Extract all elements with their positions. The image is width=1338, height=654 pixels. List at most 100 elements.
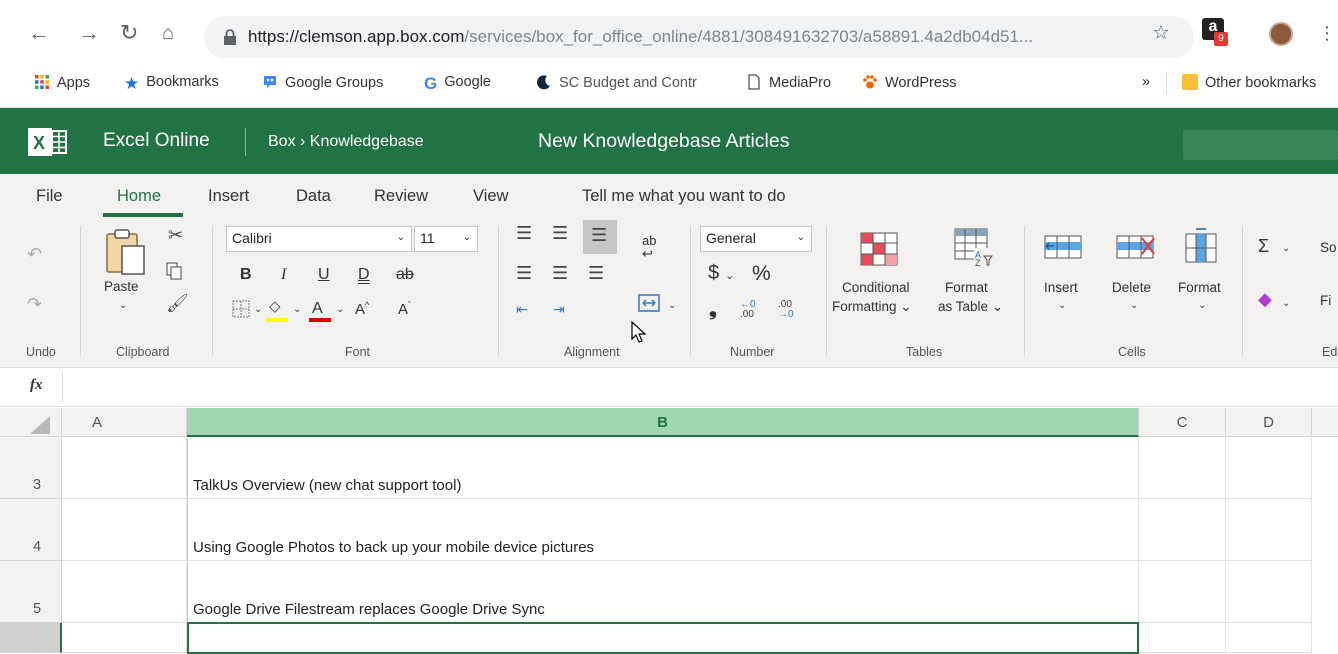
document-title[interactable]: New Knowledgebase Articles bbox=[538, 130, 789, 153]
percent-button[interactable]: % bbox=[752, 262, 771, 286]
font-name-combo[interactable]: Calibri ⌄ bbox=[226, 226, 412, 252]
format-as-table-icon[interactable]: AZ bbox=[954, 228, 994, 268]
forward-arrow-icon[interactable]: → bbox=[78, 22, 100, 44]
autosum-dropdown-icon[interactable]: ⌄ bbox=[1282, 243, 1290, 254]
increase-indent-icon[interactable]: ⇥ bbox=[553, 300, 565, 318]
tell-me-search[interactable]: Tell me what you want to do bbox=[582, 187, 786, 206]
redo-icon[interactable]: ↷ bbox=[27, 295, 42, 313]
paste-label[interactable]: Paste bbox=[104, 279, 139, 294]
paste-icon[interactable] bbox=[104, 228, 148, 276]
row-header-3[interactable]: 3 bbox=[0, 438, 62, 499]
borders-icon[interactable] bbox=[232, 300, 250, 318]
cell-d4[interactable] bbox=[1226, 499, 1312, 561]
copy-icon[interactable] bbox=[166, 262, 182, 280]
merge-dropdown-icon[interactable]: ⌄ bbox=[668, 300, 676, 311]
fill-color-icon[interactable]: ◇ bbox=[269, 298, 281, 316]
cell-a4[interactable] bbox=[62, 499, 187, 561]
format-as-table-label[interactable]: Format bbox=[945, 280, 988, 295]
conditional-formatting-label[interactable]: Conditional bbox=[842, 280, 910, 295]
delete-dropdown-icon[interactable]: ⌄ bbox=[1130, 300, 1138, 311]
autosum-icon[interactable]: Σ bbox=[1258, 236, 1269, 257]
cell-a5[interactable] bbox=[62, 561, 187, 623]
font-size-combo[interactable]: 11 ⌄ bbox=[414, 226, 478, 252]
increase-decimal-button[interactable]: ←0.00 bbox=[740, 300, 756, 320]
sort-label[interactable]: So bbox=[1320, 240, 1337, 255]
cell-b4[interactable]: Using Google Photos to back up your mobi… bbox=[187, 499, 1139, 561]
delete-cells-icon[interactable] bbox=[1116, 232, 1156, 262]
bookmark-google-groups[interactable]: Google Groups bbox=[262, 74, 383, 91]
bookmark-star-icon[interactable]: ☆ bbox=[1152, 22, 1170, 44]
tab-home[interactable]: Home bbox=[117, 187, 161, 206]
bookmark-google[interactable]: G Google bbox=[424, 74, 491, 93]
row-header-4[interactable]: 4 bbox=[0, 499, 62, 561]
excel-logo-icon[interactable]: X bbox=[28, 122, 68, 162]
insert-cells-icon[interactable] bbox=[1044, 232, 1082, 262]
tab-insert[interactable]: Insert bbox=[208, 187, 249, 206]
cell-b3[interactable]: TalkUs Overview (new chat support tool) bbox=[187, 438, 1139, 499]
menu-kebab-icon[interactable]: ⋮ bbox=[1318, 22, 1336, 44]
cell-d3[interactable] bbox=[1226, 438, 1312, 499]
merge-center-icon[interactable] bbox=[638, 294, 660, 312]
align-center-icon[interactable]: ☰ bbox=[552, 264, 568, 282]
fx-icon[interactable]: fx bbox=[30, 377, 43, 394]
insert-cells-label[interactable]: Insert bbox=[1044, 280, 1078, 295]
cell-c5[interactable] bbox=[1139, 561, 1226, 623]
tab-view[interactable]: View bbox=[473, 187, 508, 206]
undo-icon[interactable]: ↶ bbox=[27, 245, 42, 263]
conditional-formatting-icon[interactable] bbox=[860, 232, 898, 266]
align-bottom-button[interactable]: ☰ bbox=[583, 220, 617, 254]
user-account[interactable] bbox=[1183, 130, 1338, 160]
column-header-c[interactable]: C bbox=[1139, 408, 1226, 437]
underline-button[interactable]: U bbox=[318, 266, 330, 284]
bookmark-apps[interactable]: Apps bbox=[34, 74, 90, 91]
formula-input[interactable] bbox=[70, 372, 1330, 402]
column-header-b[interactable]: B bbox=[187, 408, 1139, 437]
breadcrumb[interactable]: Box › Knowledgebase bbox=[268, 133, 424, 151]
comma-button[interactable]: ❟ bbox=[709, 298, 717, 321]
bookmark-sc-budget[interactable]: SC Budget and Contr bbox=[536, 74, 697, 91]
back-arrow-icon[interactable]: ← bbox=[28, 22, 50, 44]
tab-review[interactable]: Review bbox=[374, 187, 428, 206]
clear-eraser-icon[interactable]: ◆ bbox=[1258, 290, 1272, 308]
fill-color-dropdown-icon[interactable]: ⌄ bbox=[293, 304, 301, 315]
align-middle-icon[interactable]: ☰ bbox=[552, 224, 568, 242]
cell-b6-selected[interactable] bbox=[187, 622, 1139, 654]
cell-a6[interactable] bbox=[62, 623, 187, 653]
italic-button[interactable]: I bbox=[281, 266, 286, 284]
format-cells-label[interactable]: Format bbox=[1178, 280, 1221, 295]
cell-c4[interactable] bbox=[1139, 499, 1226, 561]
delete-cells-label[interactable]: Delete bbox=[1112, 280, 1151, 295]
borders-dropdown-icon[interactable]: ⌄ bbox=[254, 304, 262, 315]
format-painter-icon[interactable]: 🖌 bbox=[166, 294, 189, 312]
align-right-icon[interactable]: ☰ bbox=[588, 264, 604, 282]
cut-icon[interactable]: ✂ bbox=[168, 226, 183, 244]
number-format-combo[interactable]: General ⌄ bbox=[700, 226, 812, 252]
row-header-5[interactable]: 5 bbox=[0, 561, 62, 623]
cell-a3[interactable] bbox=[62, 438, 187, 499]
align-left-icon[interactable]: ☰ bbox=[516, 264, 532, 282]
wrap-text-icon[interactable]: ab ↩ bbox=[642, 234, 656, 260]
bookmark-wordpress[interactable]: WordPress bbox=[862, 74, 956, 91]
bookmark-mediapro[interactable]: MediaPro bbox=[746, 74, 831, 91]
format-dropdown-icon[interactable]: ⌄ bbox=[1198, 300, 1206, 311]
avatar[interactable] bbox=[1269, 22, 1293, 46]
currency-button[interactable]: $ ⌄ bbox=[708, 262, 734, 285]
home-icon[interactable]: ⌂ bbox=[162, 22, 174, 44]
cell-b5[interactable]: Google Drive Filestream replaces Google … bbox=[187, 561, 1139, 623]
column-header-a[interactable]: A bbox=[62, 408, 187, 437]
reload-icon[interactable]: ↻ bbox=[120, 22, 138, 44]
double-underline-button[interactable]: D bbox=[358, 266, 370, 284]
font-color-dropdown-icon[interactable]: ⌄ bbox=[336, 304, 344, 315]
cell-d5[interactable] bbox=[1226, 561, 1312, 623]
bookmark-other[interactable]: Other bookmarks bbox=[1182, 74, 1316, 91]
decrease-indent-icon[interactable]: ⇤ bbox=[516, 300, 528, 318]
grow-font-button[interactable]: A^ bbox=[355, 300, 369, 318]
column-header-d[interactable]: D bbox=[1226, 408, 1312, 437]
align-top-icon[interactable]: ☰ bbox=[516, 224, 532, 242]
shrink-font-button[interactable]: Aˇ bbox=[398, 300, 411, 318]
format-as-table-dropdown[interactable]: as Table ⌄ bbox=[938, 299, 1003, 315]
app-name[interactable]: Excel Online bbox=[103, 130, 210, 152]
insert-dropdown-icon[interactable]: ⌄ bbox=[1058, 300, 1066, 311]
decrease-decimal-button[interactable]: .00 →0 bbox=[778, 300, 794, 320]
cell-d6[interactable] bbox=[1226, 623, 1312, 653]
